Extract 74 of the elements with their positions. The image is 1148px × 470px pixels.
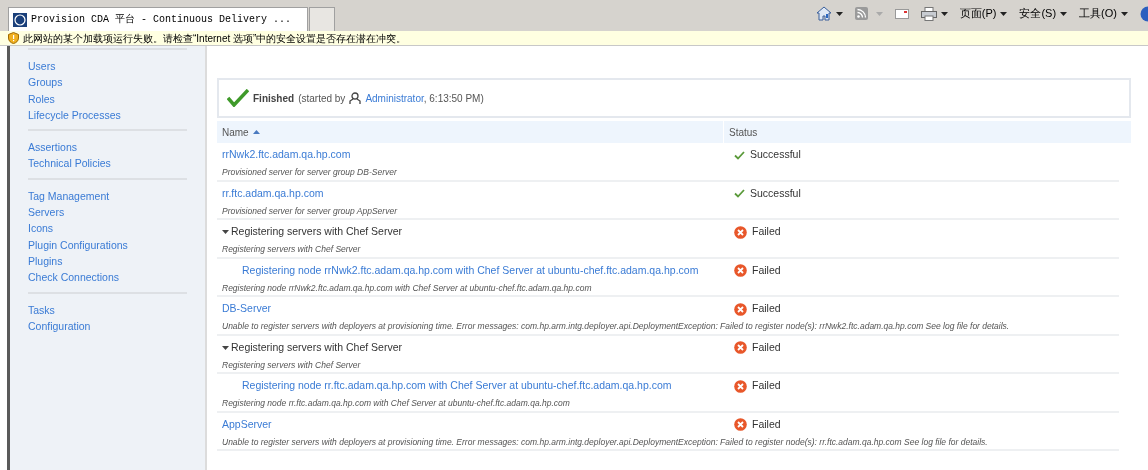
error-icon [734,341,747,354]
check-icon [734,189,745,198]
name-link[interactable]: AppServer [222,416,272,433]
notification-text: 此网站的某个加载项运行失败。请检查“Internet 选项”中的安全设置是否存在潜在冲突。 [23,31,407,46]
sidebar-link[interactable]: Groups [28,74,187,91]
name-link[interactable]: Registering node rrNwk2.ftc.adam.qa.hp.com with Chef Server at ubuntu-chef.ftc.adam.qa.hp.com [242,262,699,279]
collapse-caret-icon[interactable] [222,344,229,351]
status-text: Failed [752,301,781,317]
status-text: Successful [750,147,801,163]
toolbar-menu[interactable]: 安全(S) [1019,5,1057,22]
feed-icon[interactable] [854,7,868,20]
sidebar-link[interactable]: Assertions [28,139,187,156]
mail-icon[interactable] [894,8,909,19]
user-icon [349,92,362,104]
logo-icon [13,12,27,27]
warning-shield-icon [8,32,19,44]
sidebar-link[interactable]: Plugin Configurations [28,236,187,253]
error-icon [734,379,747,393]
group-name: Registering servers with Chef Server [231,339,402,355]
sidebar-link[interactable]: Technical Policies [28,155,187,172]
toolbar-menu[interactable]: 页面(P) [959,5,997,22]
run-state: Finished [253,91,295,106]
error-icon [734,264,747,277]
row-description: Registering node rr.ftc.adam.qa.hp.com with Chef Server at ubuntu-chef.ftc.adam.qa.hp.com [222,397,571,410]
status-text: Failed [752,224,781,240]
error-icon [734,418,747,431]
name-link[interactable]: rrNwk2.ftc.adam.qa.hp.com [222,147,351,163]
sidebar-link[interactable]: Check Connections [28,269,187,286]
sidebar-link[interactable]: Tag Management [28,187,187,205]
browser-tab[interactable]: Provision CDA 平台 - Continuous Delivery ... [8,7,308,31]
column-header[interactable]: Name [217,121,724,143]
check-icon [227,89,249,107]
printer-icon[interactable] [920,6,937,21]
sidebar-link[interactable]: Lifecycle Processes [28,106,187,124]
row-description: Unable to register servers with deployers at provisioning time. Error messages: com.hp.arm.intg.deployer.api.DeploymentException: Failed to register node(s): rrNwk2.ftc.adam.qa.hp.com See log file for details. [222,320,1011,333]
group-name: Registering servers with Chef Server [231,224,402,240]
caret-icon[interactable] [835,11,843,16]
tab-title: Provision CDA 平台 - Continuous Delivery ... [31,13,292,27]
row-description: Registering servers with Chef Server [222,358,362,372]
user-link[interactable]: Administrator [365,92,424,104]
row-description: Provisioned server for server group AppServer [222,204,399,218]
row-description: Registering servers with Chef Server [222,243,362,256]
status-text: Successful [750,185,801,201]
toolbar-menu[interactable]: 工具(O) [1079,5,1117,22]
caret-icon[interactable] [1060,11,1068,16]
error-icon [734,225,747,239]
sidebar-link[interactable]: Configuration [28,317,187,335]
row-description: Provisioned server for server group DB-Server [222,166,398,179]
status-text: Failed [752,262,781,278]
row-description: Unable to register servers with deployers at provisioning time. Error messages: com.hp.arm.intg.deployer.api.DeploymentException: Failed to register node(s): rr.ftc.adam.qa.hp.com See log file for details. [222,435,989,449]
status-text: Failed [752,378,781,394]
sidebar-link[interactable]: Tasks [28,301,187,318]
collapse-caret-icon[interactable] [222,229,229,235]
name-link[interactable]: Registering node rr.ftc.adam.qa.hp.com with Chef Server at ubuntu-chef.ftc.adam.qa.hp.com [242,378,672,394]
sidebar-link[interactable]: Plugins [28,252,187,270]
notification-bar[interactable]: 此网站的某个加载项运行失败。请检查“Internet 选项”中的安全设置是否存在潜在冲突。 [0,31,1148,46]
caret-icon[interactable] [1121,11,1128,16]
caret-icon[interactable] [1000,11,1008,16]
started-by-label: (started by [298,91,346,106]
sidebar-link[interactable]: Users [28,58,187,75]
status-text: Failed [752,416,781,432]
name-link[interactable]: DB-Server [222,301,271,317]
error-icon [734,302,747,316]
name-link[interactable]: rr.ftc.adam.qa.hp.com [222,185,324,202]
home-icon[interactable] [815,6,832,21]
sidebar-link[interactable]: Icons [28,220,187,237]
caret-icon[interactable] [940,11,948,16]
check-icon [734,150,745,160]
start-time: , 6:13:50 PM) [423,92,484,104]
sidebar-link[interactable]: Roles [28,90,187,107]
sidebar-link[interactable]: Servers [28,204,187,221]
row-description: Registering node rrNwk2.ftc.adam.qa.hp.com with Chef Server at ubuntu-chef.ftc.adam.qa.hp.com [222,281,593,295]
column-header[interactable]: Status [724,121,1131,143]
status-text: Failed [752,339,781,355]
